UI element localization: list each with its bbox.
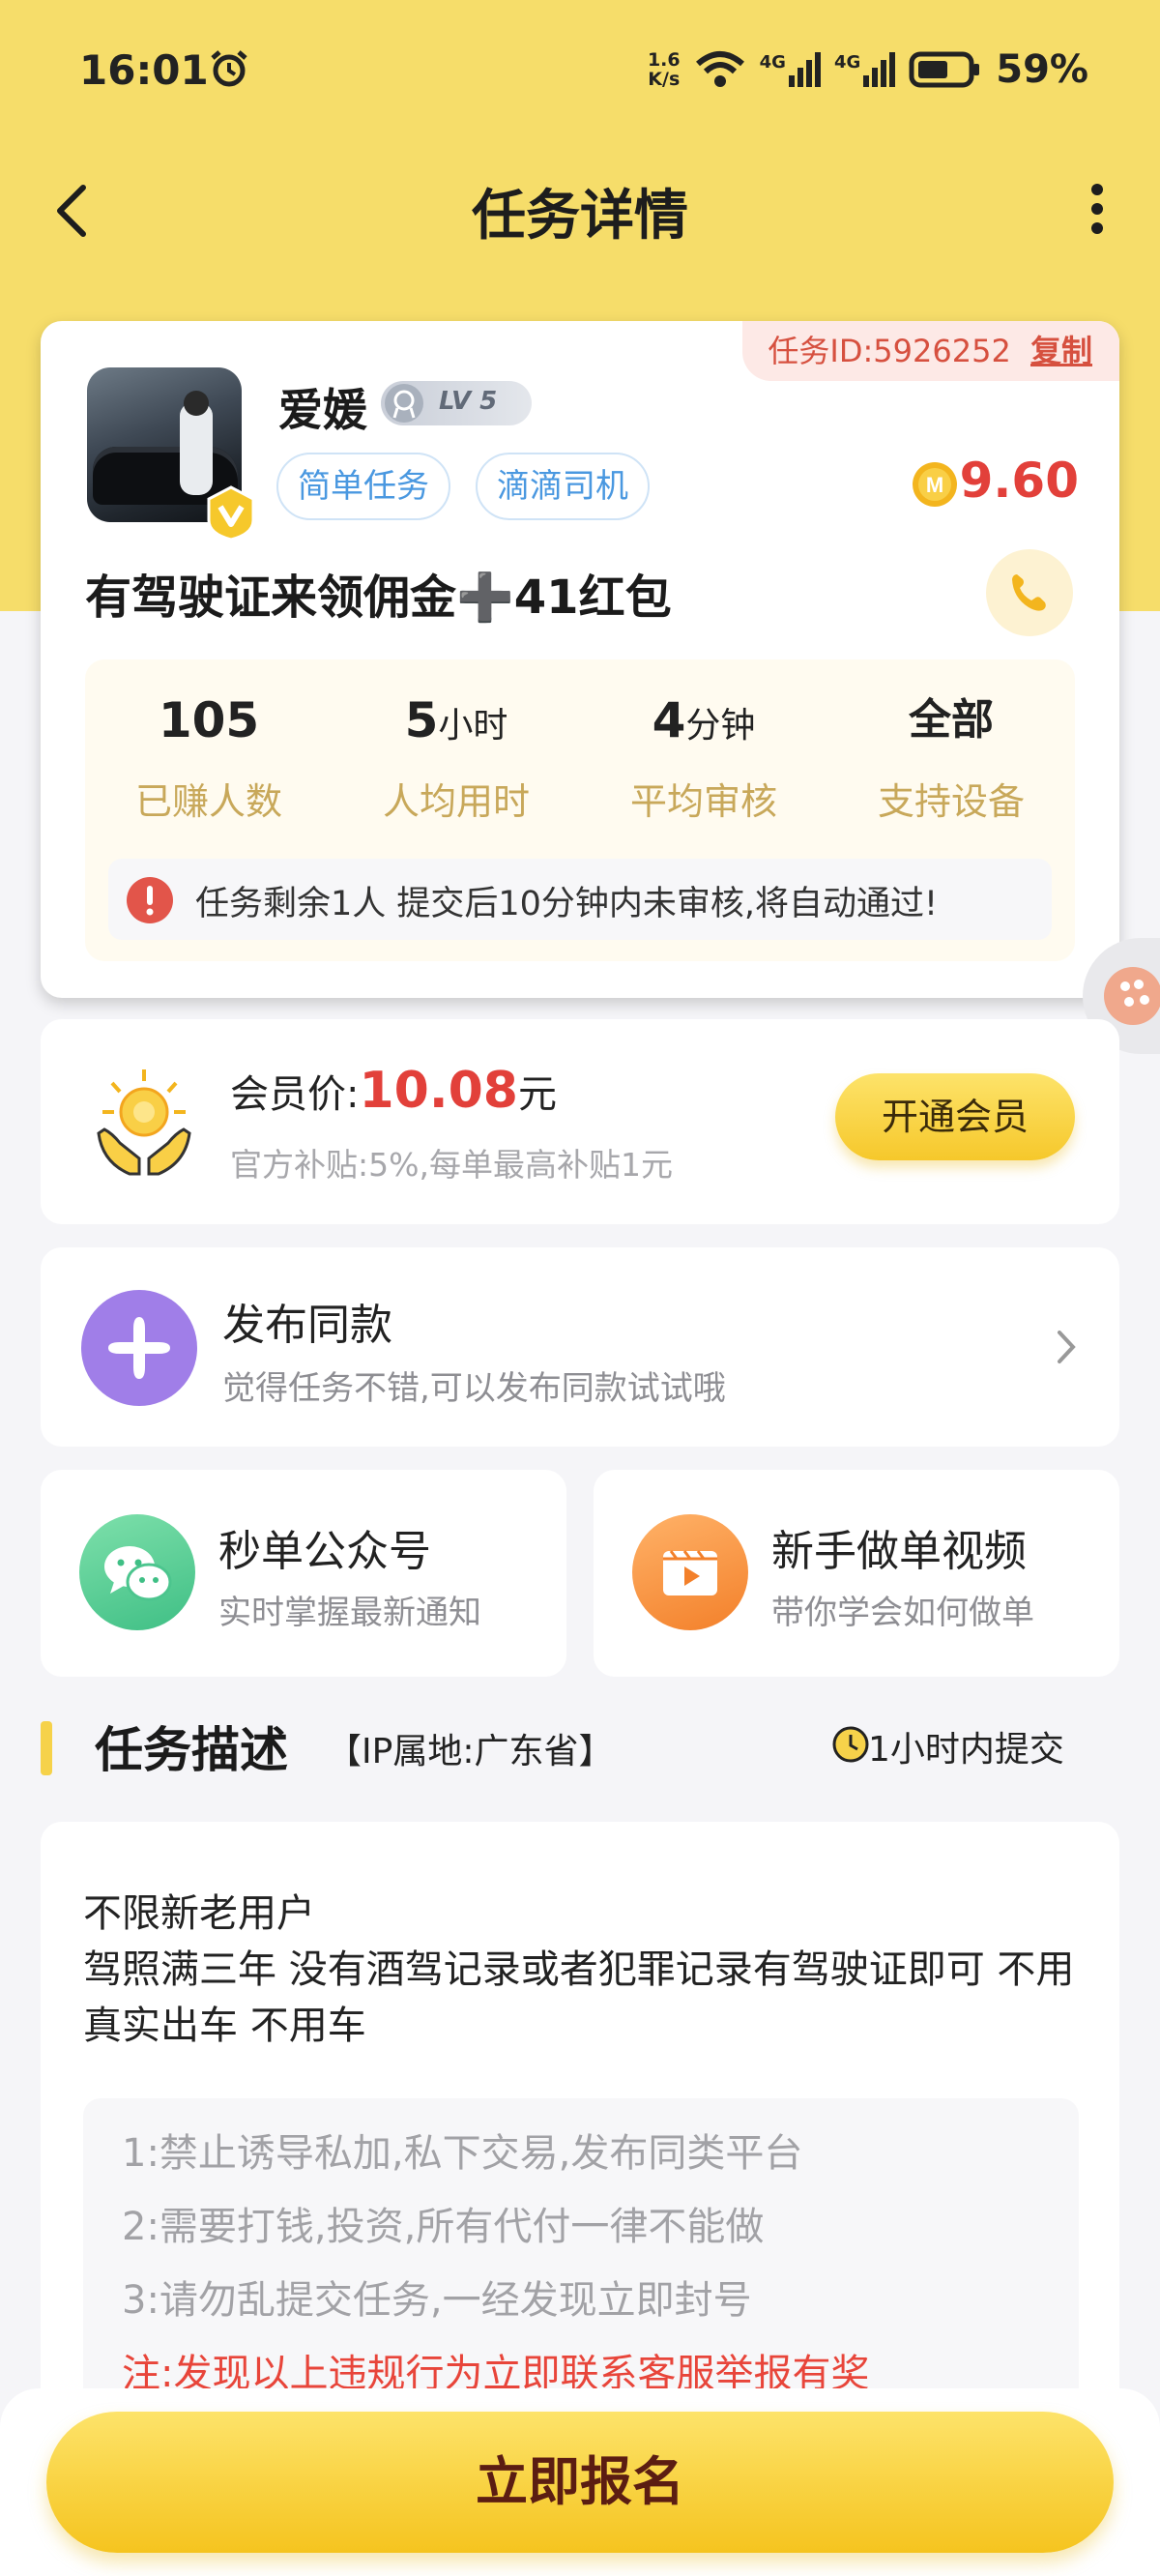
level-medal-icon: [385, 384, 423, 423]
member-subsidy-note: 官方补贴:5%,每单最高补贴1元: [230, 1146, 673, 1184]
clock-icon: [832, 1726, 869, 1763]
stat-avg-time: 5小时 人均用时: [382, 692, 530, 823]
reward-amount: 9.60: [959, 453, 1079, 509]
tag-didi-driver: 滴滴司机: [476, 453, 650, 520]
level-text: LV 5: [439, 387, 498, 416]
page-title: 任务详情: [472, 185, 688, 248]
section-accent-bar: [41, 1721, 52, 1775]
stat-review-time: 4分钟 平均审核: [629, 692, 777, 823]
battery-percent: 59%: [996, 47, 1088, 92]
rules-box: 1:禁止诱导私加,私下交易,发布同类平台 2:需要打钱,投资,所有代付一律不能做…: [83, 2098, 1079, 2408]
member-card: 会员价:10.08元 官方补贴:5%,每单最高补贴1元 开通会员: [41, 1019, 1119, 1224]
publish-same-card[interactable]: 发布同款 觉得任务不错,可以发布同款试试哦: [41, 1247, 1119, 1447]
wechat-title: 秒单公众号: [218, 1527, 431, 1576]
stat-earned: 105 已赚人数: [134, 692, 282, 823]
wechat-icon: [79, 1514, 195, 1630]
notice-bar: 任务剩余1人 提交后10分钟内未审核,将自动通过!: [108, 859, 1052, 940]
warning-icon: [127, 877, 173, 923]
copy-id-link[interactable]: 复制: [1030, 333, 1092, 369]
signal-icon: 4G: [760, 52, 821, 87]
wechat-subtitle: 实时掌握最新通知: [218, 1594, 481, 1632]
verified-badge-icon: [207, 485, 255, 542]
video-title: 新手做单视频: [771, 1527, 1027, 1576]
signal-icon-2: 4G: [834, 52, 896, 87]
chevron-right-icon: [1058, 1331, 1076, 1363]
tag-simple-task: 简单任务: [276, 453, 450, 520]
rule-item: 1:禁止诱导私加,私下交易,发布同类平台: [122, 2131, 803, 2176]
wechat-account-card[interactable]: 秒单公众号 实时掌握最新通知: [41, 1470, 566, 1677]
rule-item: 2:需要打钱,投资,所有代付一律不能做: [122, 2205, 765, 2249]
ip-location: 【IP属地:广东省】: [327, 1732, 614, 1771]
stats-panel: 105 已赚人数 5小时 人均用时 4分钟 平均审核 全部 支持设备 任务剩余1…: [85, 659, 1075, 961]
wifi-icon: [695, 51, 744, 87]
net-speed: 1.6 K/s: [647, 49, 681, 90]
phone-icon: [1012, 574, 1046, 611]
coin-icon: M: [913, 462, 957, 507]
member-price: 会员价:10.08元: [230, 1062, 557, 1120]
video-subtitle: 带你学会如何做单: [771, 1594, 1034, 1632]
level-badge: LV 5: [381, 381, 532, 425]
publisher-name: 爱媛: [278, 384, 367, 436]
plus-icon: [81, 1290, 197, 1406]
status-bar: 16:01 1.6 K/s 4G 4G 59%: [0, 0, 1160, 145]
submit-deadline: 1小时内提交: [868, 1730, 1064, 1770]
tutorial-video-card[interactable]: 新手做单视频 带你学会如何做单: [594, 1470, 1119, 1677]
task-title: 有驾驶证来领佣金➕41红包: [85, 571, 672, 625]
publish-title: 发布同款: [222, 1301, 392, 1350]
bottom-bar: 立即报名: [0, 2388, 1160, 2576]
battery-icon: [909, 51, 980, 88]
member-hands-sun-icon: [97, 1069, 191, 1176]
open-membership-button[interactable]: 开通会员: [835, 1073, 1075, 1160]
section-title: 任务描述: [95, 1722, 288, 1778]
task-id-badge: 任务ID:5926252 复制: [742, 321, 1119, 381]
description-text: 不限新老用户 驾照满三年 没有酒驾记录或者犯罪记录有驾驶证即可 不用真实出车 不…: [83, 1891, 1075, 2048]
svg-text:M: M: [926, 473, 943, 497]
rule-item: 3:请勿乱提交任务,一经发现立即封号: [122, 2278, 752, 2323]
notice-text: 任务剩余1人 提交后10分钟内未审核,将自动通过!: [195, 885, 939, 923]
phone-button[interactable]: [986, 549, 1073, 636]
video-icon: [632, 1514, 748, 1630]
task-card: 任务ID:5926252 复制 爱媛 LV 5 简单任务 滴滴司机 M 9.60…: [41, 321, 1119, 998]
more-icon[interactable]: [1073, 180, 1121, 238]
task-id: 任务ID:5926252: [768, 333, 1011, 369]
alarm-icon: [211, 50, 247, 87]
publish-subtitle: 觉得任务不错,可以发布同款试试哦: [222, 1369, 726, 1408]
status-time: 16:01: [79, 46, 209, 94]
signup-button[interactable]: 立即报名: [46, 2412, 1114, 2553]
stat-devices: 全部 支持设备: [877, 695, 1025, 823]
status-icons: 1.6 K/s 4G 4G 59%: [648, 44, 1088, 95]
